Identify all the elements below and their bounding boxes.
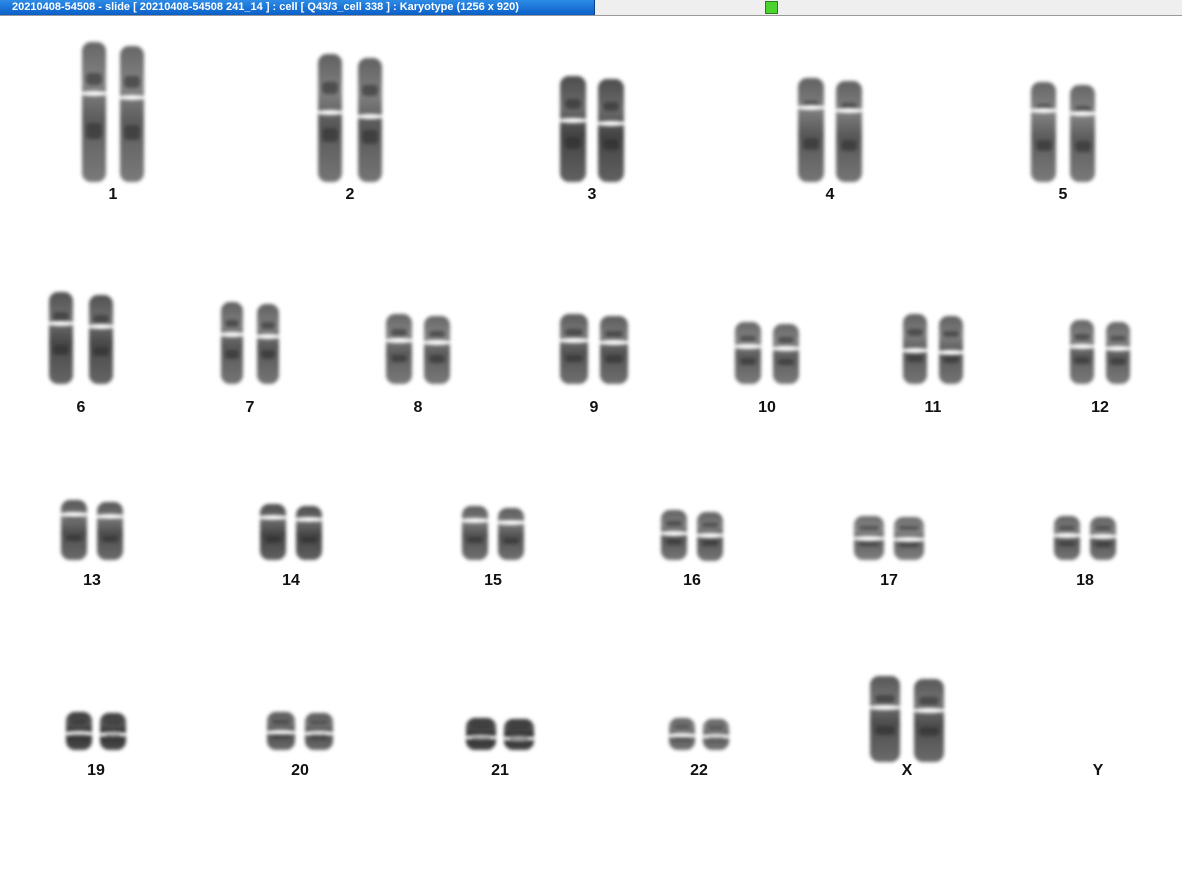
chromosome-slot-y: Y bbox=[1018, 16, 1178, 879]
chromosome-slot-x: X bbox=[827, 16, 987, 879]
chromosome-image[interactable] bbox=[64, 712, 94, 750]
centromere-mark bbox=[265, 730, 297, 735]
centromere-mark bbox=[701, 734, 731, 739]
chromosome-image[interactable] bbox=[912, 679, 946, 762]
chromosome-pair-21[interactable] bbox=[420, 718, 580, 750]
chromosome-label: 19 bbox=[87, 762, 105, 779]
centromere-mark bbox=[868, 705, 902, 710]
title-bar: 20210408-54508 - slide [ 20210408-54508 … bbox=[0, 0, 1182, 16]
centromere-mark bbox=[667, 733, 697, 738]
chromosome-label: 21 bbox=[491, 762, 509, 779]
window-title: 20210408-54508 - slide [ 20210408-54508 … bbox=[0, 0, 595, 15]
chromosome-label: 22 bbox=[690, 762, 708, 779]
chromosome-image[interactable] bbox=[303, 713, 335, 750]
chromosome-label: Y bbox=[1092, 762, 1104, 779]
centromere-mark bbox=[502, 736, 536, 741]
centromere-mark bbox=[98, 732, 128, 737]
chromosome-image[interactable] bbox=[701, 719, 731, 750]
chromosome-image[interactable] bbox=[502, 719, 536, 750]
chromosome-pair-x[interactable] bbox=[827, 676, 987, 762]
chromosome-label: 20 bbox=[291, 762, 309, 779]
chromosome-slot-22: 22 bbox=[619, 16, 779, 879]
chromosome-slot-20: 20 bbox=[220, 16, 380, 879]
chromosome-pair-19[interactable] bbox=[16, 712, 176, 750]
centromere-mark bbox=[303, 731, 335, 736]
chromosome-image[interactable] bbox=[868, 676, 902, 762]
chromosome-label: X bbox=[901, 762, 913, 779]
chromosome-slot-21: 21 bbox=[420, 16, 580, 879]
status-indicator-icon bbox=[765, 1, 778, 14]
chromosome-image[interactable] bbox=[265, 712, 297, 750]
centromere-mark bbox=[912, 708, 946, 713]
chromosome-pair-20[interactable] bbox=[220, 712, 380, 750]
karyotype-canvas: 1 2 3 4 5 6 7 8 9 10 11 12 13 14 15 16 17 18 19 20 21 22 X Y bbox=[0, 16, 1182, 879]
chromosome-slot-19: 19 bbox=[16, 16, 176, 879]
chromosome-image[interactable] bbox=[98, 713, 128, 750]
chromosome-pair-22[interactable] bbox=[619, 718, 779, 750]
chromosome-image[interactable] bbox=[384, 314, 414, 384]
chromosome-image[interactable] bbox=[667, 718, 697, 750]
centromere-mark bbox=[384, 338, 414, 343]
centromere-mark bbox=[64, 731, 94, 736]
centromere-mark bbox=[464, 735, 498, 740]
chromosome-image[interactable] bbox=[464, 718, 498, 750]
